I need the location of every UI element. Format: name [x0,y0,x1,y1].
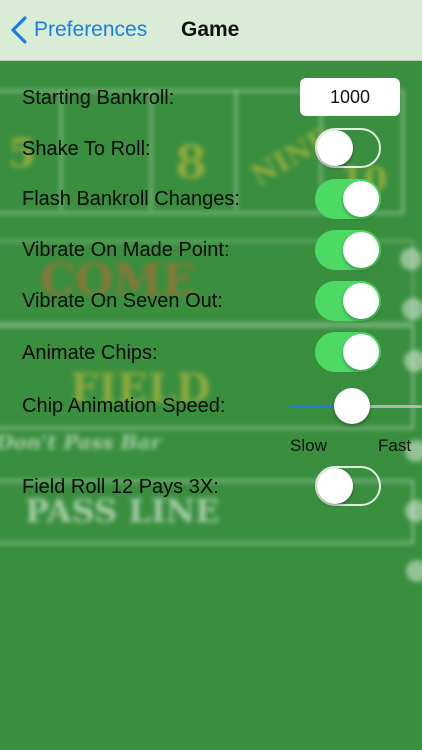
slider-max-label: Fast [378,436,412,455]
vibrate-seven-out-label: Vibrate On Seven Out: [22,290,223,312]
odds-circle [406,560,422,582]
starting-bankroll-input[interactable] [300,78,400,116]
odds-circle [404,350,422,372]
shake-to-roll-label: Shake To Roll: [22,138,151,160]
back-button[interactable]: Preferences [10,14,147,46]
toggle-knob [343,232,379,268]
toggle-knob [343,181,379,217]
odds-circle [402,298,422,320]
animate-chips-toggle[interactable] [315,332,381,372]
chevron-left-icon [11,16,27,44]
chip-animation-speed-slider[interactable] [290,386,422,426]
odds-circle [400,248,422,270]
slider-thumb[interactable] [334,388,370,424]
flash-bankroll-toggle[interactable] [315,179,381,219]
toggle-knob [317,130,353,166]
field-roll-12-toggle[interactable] [315,466,381,506]
toggle-knob [343,334,379,370]
odds-circle [405,500,422,522]
place-number-8: 8 [175,135,208,189]
vibrate-made-point-toggle[interactable] [315,230,381,270]
navigation-bar: Preferences Game [0,0,422,61]
toggle-knob [343,283,379,319]
vibrate-made-point-label: Vibrate On Made Point: [22,239,230,261]
field-roll-12-label: Field Roll 12 Pays 3X: [22,476,219,498]
slider-min-label: Slow [290,436,327,455]
chip-animation-speed-label: Chip Animation Speed: [22,395,226,417]
animate-chips-label: Animate Chips: [22,342,158,364]
toggle-knob [317,468,353,504]
back-button-label: Preferences [34,18,148,41]
dont-pass-bar-text: Don't Pass Bar [0,430,161,454]
flash-bankroll-label: Flash Bankroll Changes: [22,188,240,210]
page-title: Game [181,18,240,41]
starting-bankroll-label: Starting Bankroll: [22,87,175,109]
screen: 5 8 NINE 10 COME FIELD Don't Pass Bar PA… [0,0,422,750]
vibrate-seven-out-toggle[interactable] [315,281,381,321]
shake-to-roll-toggle[interactable] [315,128,381,168]
